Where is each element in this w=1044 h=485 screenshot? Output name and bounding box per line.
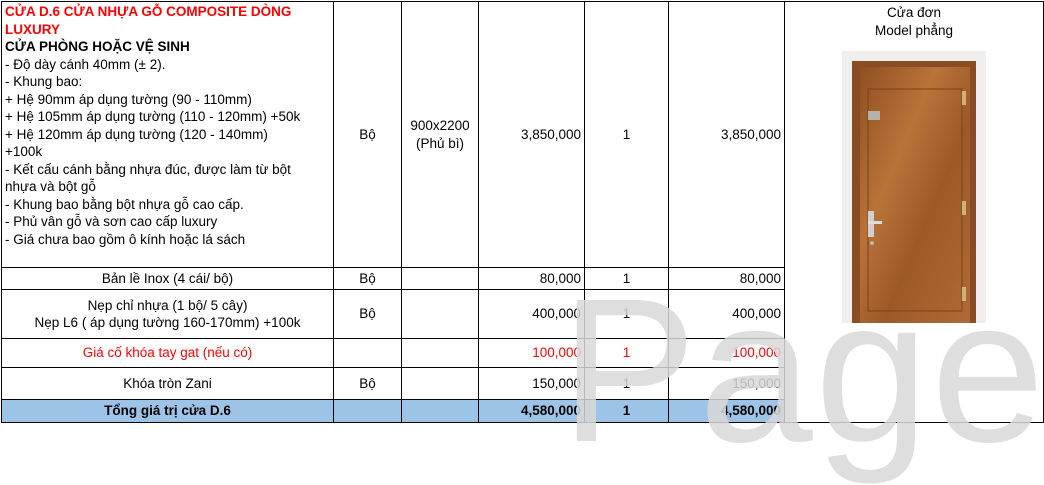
door-image [842,51,986,323]
table-row-door: CỬA D.6 CỬA NHỰA GỖ COMPOSITE DÒNG LUXUR… [1,1,1044,423]
price-cell: 150,000 [478,367,585,400]
total-cell: 100,000 [668,338,785,368]
size-cell [401,367,479,400]
spec-line: + Hệ 90mm áp dụng tường (90 - 110mm) [5,91,252,107]
unit-cell: Bộ [333,289,402,339]
product-title: CỬA D.6 CỬA NHỰA GỖ COMPOSITE DÒNG LUXUR… [5,4,292,37]
item-name-line: Nẹp L6 ( áp dụng tường 160-170mm) +100k [34,315,301,330]
spec-line: +100k [5,144,43,159]
spec-line: - Khung bao: [5,74,83,89]
product-subtitle: CỬA PHÒNG HOẶC VỆ SINH [5,39,190,54]
total-price: 4,580,000 [478,399,585,423]
qty-cell: 1 [584,1,669,268]
spec-line: + Hệ 120mm áp dụng tường (120 - 140mm) [5,126,268,142]
total-label: Tổng giá trị cửa D.6 [1,399,334,423]
door-illustration [842,51,986,323]
price-cell: 3,850,000 [478,1,585,268]
item-name: Khóa tròn Zani [1,367,334,400]
spec-line: - Giá chưa bao gồm ô kính hoặc lá sách [5,231,246,247]
item-name-line: Nẹp chỉ nhựa (1 bộ/ 5 cây) [87,297,248,313]
total-cell: 80,000 [668,267,785,290]
item-name: Bản lề Inox (4 cái/ bộ) [1,267,334,290]
size-cell [401,338,479,368]
total-cell: 400,000 [668,289,785,339]
unit-cell: Bộ [333,267,402,290]
product-image-cell: Cửa đơn Model phẳng [784,1,1044,423]
size-value: 900x2200 [410,118,470,133]
product-description: CỬA D.6 CỬA NHỰA GỖ COMPOSITE DÒNG LUXUR… [1,1,334,268]
price-cell: 100,000 [478,338,585,368]
item-name: Nẹp chỉ nhựa (1 bộ/ 5 cây) Nẹp L6 ( áp d… [1,289,334,339]
qty-cell: 1 [584,367,669,400]
qty-cell: 1 [584,289,669,339]
item-name: Giá cố khóa tay gat (nếu có) [1,338,334,368]
spec-line: - Phủ vân gỗ và sơn cao cấp luxury [5,214,218,229]
spec-line: - Kết cấu cánh bằng nhựa đúc, được làm t… [5,161,291,177]
total-qty: 1 [584,399,669,423]
qty-cell: 1 [584,338,669,368]
image-caption: Cửa đơn [887,5,941,20]
unit-cell: Bộ [333,367,402,400]
qty-cell: 1 [584,267,669,290]
total-cell: 3,850,000 [668,1,785,268]
quote-table: CỬA D.6 CỬA NHỰA GỖ COMPOSITE DÒNG LUXUR… [1,1,1044,423]
size-cell: 900x2200 (Phủ bì) [401,1,479,268]
unit-cell [333,399,402,423]
total-cell: 150,000 [668,367,785,400]
unit-cell [333,338,402,368]
spec-line: nhựa và bột gỗ [5,179,96,194]
spec-line: - Khung bao bằng bột nhựa gỗ cao cấp. [5,196,244,212]
price-cell: 80,000 [478,267,585,290]
size-cell [401,399,479,423]
price-cell: 400,000 [478,289,585,339]
spec-line: - Độ dày cánh 40mm (± 2). [5,56,166,72]
size-cell [401,267,479,290]
grand-total: 4,580,000 [668,399,785,423]
unit-cell: Bộ [333,1,402,268]
size-note: (Phủ bì) [415,135,465,151]
image-caption-model: Model phẳng [874,22,954,38]
size-cell [401,289,479,339]
spec-line: + Hệ 105mm áp dụng tường (110 - 120mm) +… [5,109,301,124]
